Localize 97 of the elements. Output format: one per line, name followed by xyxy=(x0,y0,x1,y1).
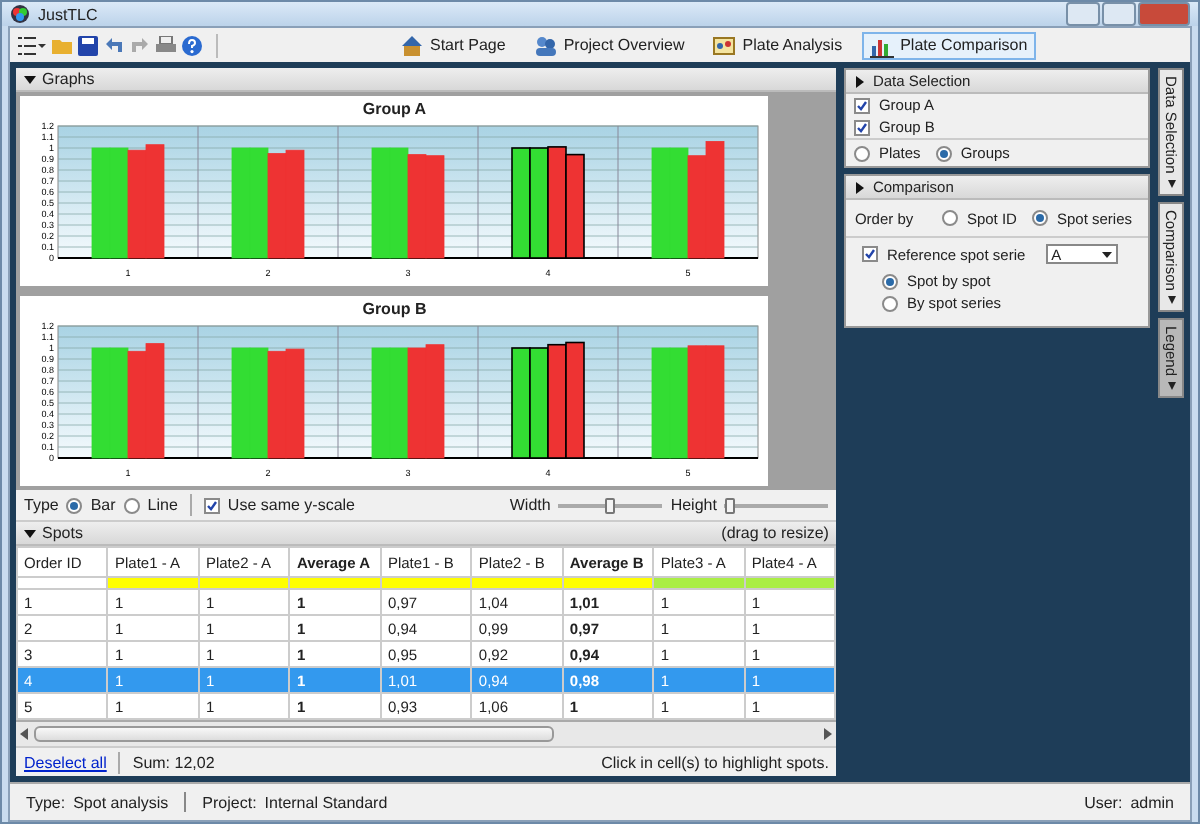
radio-button[interactable] xyxy=(123,497,140,513)
bar xyxy=(250,147,269,259)
chart-title: Group B xyxy=(362,300,427,318)
status-label: Type: xyxy=(26,793,66,811)
caret-icon xyxy=(1167,179,1175,188)
bar xyxy=(547,343,568,459)
bar xyxy=(688,345,707,459)
checkbox[interactable] xyxy=(203,497,220,513)
collapse-icon[interactable] xyxy=(24,73,36,85)
bar xyxy=(232,347,251,459)
bar xyxy=(426,344,445,459)
bar xyxy=(706,345,725,459)
bar xyxy=(706,141,725,259)
bar xyxy=(250,347,269,459)
caret-icon xyxy=(1167,296,1175,305)
house-icon xyxy=(400,33,424,57)
slider-thumb[interactable] xyxy=(605,497,616,513)
status-value: Internal Standard xyxy=(264,793,388,811)
bar xyxy=(652,347,671,459)
bar xyxy=(110,347,129,459)
slider-label: Height xyxy=(670,496,717,514)
minimize-button[interactable] xyxy=(1066,2,1100,26)
sum-text: Sum: 12,02 xyxy=(132,753,215,771)
type-label: Type xyxy=(24,496,59,514)
radio-button[interactable] xyxy=(66,497,83,513)
bar xyxy=(286,348,305,459)
app-logo-icon xyxy=(10,4,30,24)
help-icon[interactable] xyxy=(182,35,202,55)
info-text: Click in cell(s) to highlight spots. xyxy=(601,753,829,771)
radio-label[interactable]: Line xyxy=(147,496,178,514)
checkbox[interactable] xyxy=(854,97,871,113)
bar xyxy=(146,343,165,459)
radio-button[interactable] xyxy=(854,145,871,161)
radio-button[interactable] xyxy=(882,295,899,311)
status-label: User: xyxy=(1084,793,1123,811)
bar xyxy=(128,350,147,459)
bar xyxy=(390,147,409,259)
chart-title: Group A xyxy=(362,100,427,118)
radio-button[interactable] xyxy=(882,273,899,289)
deselect-link[interactable]: Deselect all xyxy=(24,753,107,771)
caret-icon xyxy=(1167,382,1175,391)
nav-tab[interactable]: Project Overview xyxy=(525,31,693,59)
collapse-icon[interactable] xyxy=(24,527,36,539)
bar xyxy=(426,155,445,259)
bar xyxy=(670,147,689,259)
checkbox-label[interactable]: Use same y-scale xyxy=(227,496,355,514)
status-label: Project: xyxy=(202,793,257,811)
checkbox[interactable] xyxy=(854,119,871,135)
bar xyxy=(408,347,427,459)
bar xyxy=(529,147,550,259)
checkbox[interactable] xyxy=(862,246,879,262)
bar xyxy=(670,347,689,459)
nav-tab[interactable]: Plate Comparison xyxy=(862,31,1036,59)
radio-button[interactable] xyxy=(942,210,959,226)
bar xyxy=(372,347,391,459)
bar xyxy=(408,154,427,259)
bar xyxy=(92,347,111,459)
scrollbar-thumb[interactable] xyxy=(34,726,554,742)
status-value: Spot analysis xyxy=(73,793,169,811)
bar xyxy=(547,146,568,259)
list-menu-icon[interactable] xyxy=(18,35,46,55)
caret-icon xyxy=(1101,251,1112,257)
bar xyxy=(110,147,129,259)
save-icon[interactable] xyxy=(78,35,98,55)
slider-label: Width xyxy=(509,496,551,514)
radio-label[interactable]: Bar xyxy=(90,496,116,514)
bar xyxy=(146,144,165,259)
bar xyxy=(286,149,305,259)
scroll-right-icon[interactable] xyxy=(822,728,833,740)
expand-icon[interactable] xyxy=(854,181,867,193)
bar xyxy=(390,347,409,459)
bar xyxy=(128,149,147,259)
maximize-button[interactable] xyxy=(1102,2,1136,26)
radio-button[interactable] xyxy=(936,145,953,161)
nav-tab[interactable]: Start Page xyxy=(392,31,514,59)
bar xyxy=(268,153,287,259)
people-icon xyxy=(533,33,558,57)
radio-button[interactable] xyxy=(1032,210,1049,226)
bar xyxy=(232,147,251,259)
bar xyxy=(372,147,391,259)
slider-thumb[interactable] xyxy=(725,497,736,513)
nav-tab[interactable]: Plate Analysis xyxy=(704,31,851,59)
undo-icon[interactable] xyxy=(104,35,124,55)
bar xyxy=(92,147,111,259)
panel-header: Graphs xyxy=(42,70,95,88)
status-value: admin xyxy=(1130,793,1174,811)
bar xyxy=(652,147,671,259)
bar xyxy=(268,350,287,459)
window-title: JustTLC xyxy=(38,5,98,23)
plate-icon xyxy=(712,33,737,57)
resize-hint: (drag to resize) xyxy=(721,524,829,542)
panel-header: Spots xyxy=(42,524,83,542)
bar xyxy=(529,347,550,459)
scroll-left-icon[interactable] xyxy=(20,728,30,740)
expand-icon[interactable] xyxy=(854,75,867,87)
bar xyxy=(688,155,707,259)
printer-icon[interactable] xyxy=(156,35,176,55)
